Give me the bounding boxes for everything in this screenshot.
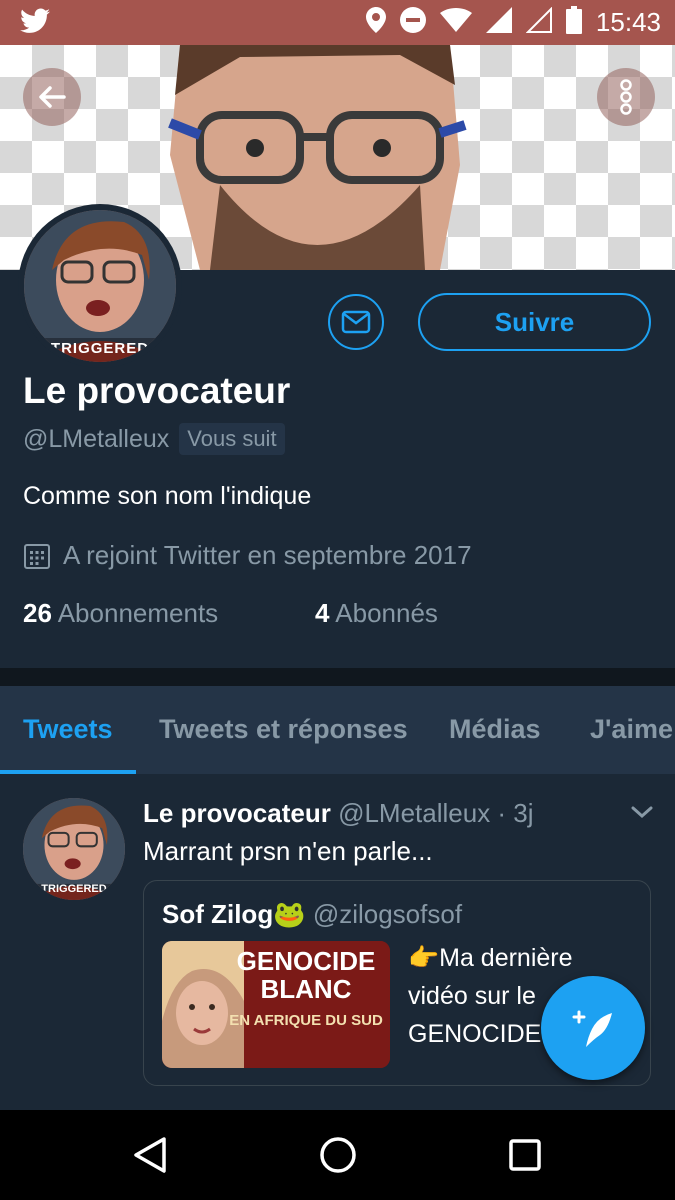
handle-row: @LMetalleux Vous suit [23, 423, 285, 455]
following-label: Abonnements [57, 598, 219, 628]
tweet-header: Le provocateur @LMetalleux · 3j [143, 798, 534, 829]
tab-tweets-and-replies[interactable]: Tweets et réponses [159, 714, 408, 745]
do-not-disturb-icon [399, 7, 426, 38]
followers-stat[interactable]: 4 Abonnés [315, 598, 438, 629]
arrow-left-icon [39, 86, 66, 108]
tweet-text: Marrant prsn n'en parle... [143, 836, 433, 866]
following-count: 26 [23, 598, 52, 628]
quoted-tweet-header: Sof Zilog🐸 @zilogsofsof [162, 899, 462, 930]
joined-date: A rejoint Twitter en septembre 2017 [23, 540, 472, 571]
following-stat[interactable]: 26 Abonnements [23, 598, 218, 629]
profile-bio: Comme son nom l'indique [23, 482, 312, 510]
tweet-menu-button[interactable] [630, 804, 654, 825]
signal-icon [485, 7, 512, 38]
followers-label: Abonnés [335, 598, 438, 628]
home-circle-icon[interactable] [318, 1135, 358, 1175]
calendar-icon [24, 543, 50, 569]
banner-photo [168, 45, 467, 270]
tweet-author-name: Le provocateur [143, 798, 331, 828]
compose-tweet-icon [572, 1010, 612, 1047]
profile-tabs: Tweets Tweets et réponses Médias J'aime [0, 686, 675, 775]
followers-count: 4 [315, 598, 330, 628]
follows-you-badge: Vous suit [179, 423, 285, 455]
back-button[interactable] [23, 68, 81, 126]
envelope-icon [341, 310, 371, 334]
more-options-button[interactable] [597, 68, 655, 126]
profile-handle: @LMetalleux [23, 424, 170, 453]
wifi-icon [439, 8, 472, 37]
twitter-bird-icon [20, 8, 50, 39]
message-button[interactable] [328, 294, 384, 350]
location-icon [365, 7, 386, 38]
avatar[interactable]: TRIGGERED [18, 204, 182, 368]
joined-text: A rejoint Twitter en septembre 2017 [63, 540, 472, 570]
quoted-author-name: Sof Zilog🐸 [162, 899, 306, 929]
tweet-author-meta: @LMetalleux · 3j [338, 798, 534, 828]
quoted-image-subtitle: EN AFRIQUE DU SUD [229, 1012, 383, 1029]
tweet-avatar-caption: TRIGGERED [41, 883, 107, 895]
signal-empty-icon [525, 6, 552, 38]
tab-likes[interactable]: J'aime [590, 714, 673, 745]
tab-media[interactable]: Médias [449, 714, 541, 745]
back-triangle-icon[interactable] [132, 1136, 168, 1174]
more-vertical-icon [620, 79, 632, 115]
chevron-down-icon [631, 806, 653, 819]
recents-square-icon[interactable] [508, 1138, 542, 1172]
status-clock: 15:43 [595, 7, 661, 37]
avatar-caption: TRIGGERED [50, 340, 150, 357]
battery-icon [565, 6, 582, 39]
profile-name: Le provocateur [23, 370, 291, 411]
quoted-image-title: GENOCIDE BLANC [236, 946, 376, 1004]
status-bar: 15:43 [0, 0, 675, 45]
avatar-photo: TRIGGERED [24, 210, 176, 362]
quoted-author-handle: @zilogsofsof [312, 899, 463, 929]
section-divider [0, 668, 675, 686]
android-nav-bar [0, 1110, 675, 1200]
tweet-avatar[interactable]: TRIGGERED [23, 798, 125, 900]
tab-tweets[interactable]: Tweets [23, 714, 113, 745]
quoted-tweet-image[interactable]: GENOCIDE BLANC EN AFRIQUE DU SUD [162, 941, 390, 1068]
compose-tweet-button[interactable] [541, 976, 645, 1080]
follow-button[interactable]: Suivre [418, 293, 651, 351]
